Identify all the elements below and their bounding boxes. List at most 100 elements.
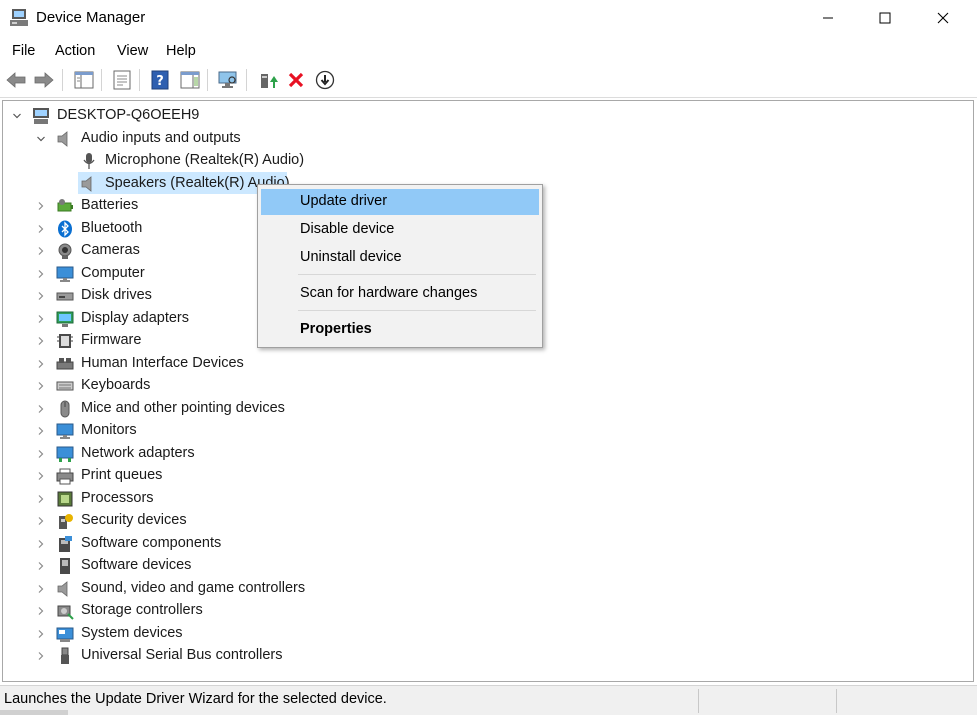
disable-device-button[interactable] [313,68,337,92]
disk-drive-icon [56,292,74,301]
toolbar-separator [101,69,102,91]
chevron-right-icon[interactable] [36,224,46,234]
chevron-right-icon[interactable] [36,471,46,481]
tree-device-microphone-realtek-r-audio[interactable]: Microphone (Realtek(R) Audio) [3,150,963,172]
menu-view[interactable]: View [117,43,148,59]
tree-category-print-queues[interactable]: Print queues [3,465,963,487]
chevron-right-icon[interactable] [36,359,46,369]
chevron-right-icon[interactable] [36,246,46,256]
chevron-right-icon[interactable] [36,539,46,549]
microphone-icon [83,153,95,169]
menu-item-label: Update driver [300,193,388,209]
tree-category-sound-video-and-game-controllers[interactable]: Sound, video and game controllers [3,578,963,600]
system-device-icon [56,627,74,642]
chevron-right-icon[interactable] [36,201,46,211]
chevron-right-icon[interactable] [36,606,46,616]
back-arrow-icon [6,72,26,88]
tree-category-monitors[interactable]: Monitors [3,420,963,442]
tree-item-label: Disk drives [81,287,152,303]
menu-action[interactable]: Action [55,43,95,59]
tree-root[interactable]: DESKTOP-Q6OEEH9 [3,105,963,127]
horizontal-scrollbar[interactable] [0,710,68,715]
chevron-right-icon[interactable] [36,269,46,279]
menu-separator [298,274,536,275]
action-pane-button[interactable] [178,68,202,92]
tree-category-keyboards[interactable]: Keyboards [3,375,963,397]
tree-category-universal-serial-bus-controllers[interactable]: Universal Serial Bus controllers [3,645,963,667]
update-driver-button[interactable] [256,68,280,92]
menu-item-disable-device[interactable]: Disable device [261,217,539,243]
speaker-icon [57,130,68,147]
context-menu: Update driver Disable device Uninstall d… [257,184,543,348]
properties-icon [113,70,131,90]
chevron-right-icon[interactable] [36,381,46,391]
chevron-right-icon[interactable] [36,314,46,324]
status-divider [836,689,837,713]
update-driver-icon [261,74,278,88]
tree-item-label: Sound, video and game controllers [81,579,306,596]
tree-category-human-interface-devices[interactable]: Human Interface Devices [3,353,963,375]
tree-item-label: Storage controllers [81,602,203,618]
chevron-down-icon[interactable] [12,111,22,121]
maximize-icon [879,12,891,24]
battery-icon [57,199,73,212]
chevron-right-icon[interactable] [36,336,46,346]
chevron-right-icon[interactable] [36,651,46,661]
device-manager-icon [10,9,28,26]
help-button[interactable]: ? [148,68,172,92]
chevron-down-icon[interactable] [36,134,46,144]
window-title: Device Manager [36,9,146,26]
tree-item-label: Microphone (Realtek(R) Audio) [105,152,305,168]
menu-item-properties[interactable]: Properties [261,317,539,343]
chevron-right-icon[interactable] [36,494,46,504]
monitor-icon [56,423,74,439]
tree-category-audio-inputs-and-outputs[interactable]: Audio inputs and outputs [3,128,963,150]
menu-item-update-driver[interactable]: Update driver [261,189,539,215]
back-button[interactable] [4,68,28,92]
chevron-right-icon[interactable] [36,426,46,436]
tree-category-system-devices[interactable]: System devices [3,623,963,645]
scan-hardware-button[interactable] [216,68,240,92]
chevron-right-icon[interactable] [36,561,46,571]
menu-item-label: Uninstall device [300,249,402,265]
tree-category-storage-controllers[interactable]: Storage controllers [3,600,963,622]
tree-category-security-devices[interactable]: Security devices [3,510,963,532]
uninstall-device-button[interactable] [284,68,308,92]
menu-file[interactable]: File [12,43,35,59]
minimize-icon [823,17,833,19]
tree-category-network-adapters[interactable]: Network adapters [3,443,963,465]
tree-item-label: Human Interface Devices [81,354,244,371]
status-bar: Launches the Update Driver Wizard for th… [0,685,977,715]
bluetooth-icon [58,220,72,237]
menu-item-label: Scan for hardware changes [300,285,478,301]
minimize-button[interactable] [799,0,857,36]
chevron-right-icon[interactable] [36,449,46,459]
tree-category-software-devices[interactable]: Software devices [3,555,963,577]
tree-item-label: Keyboards [81,377,151,393]
menu-item-uninstall-device[interactable]: Uninstall device [261,245,539,271]
forward-button[interactable] [32,68,56,92]
tree-item-label: Firmware [81,332,142,348]
chevron-right-icon[interactable] [36,291,46,301]
show-hide-console-tree-button[interactable] [72,68,96,92]
maximize-button[interactable] [856,0,914,36]
menu-item-scan-hardware[interactable]: Scan for hardware changes [261,281,539,307]
scan-hardware-icon [218,71,237,88]
tree-item-label: Network adapters [81,444,195,461]
chevron-right-icon[interactable] [36,629,46,639]
chevron-right-icon[interactable] [36,516,46,526]
tree-category-software-components[interactable]: Software components [3,533,963,555]
toolbar-separator [62,69,63,91]
firmware-icon [57,334,73,348]
properties-button[interactable] [110,68,134,92]
tree-category-processors[interactable]: Processors [3,488,963,510]
chevron-right-icon[interactable] [36,584,46,594]
tree-category-mice-and-other-pointing-devices[interactable]: Mice and other pointing devices [3,398,963,420]
menu-help[interactable]: Help [166,43,196,59]
close-button[interactable] [914,0,972,36]
tree-item-label: Batteries [81,197,139,213]
computer-icon [56,266,74,282]
toolbar-separator [246,69,247,91]
mouse-icon [60,400,70,417]
chevron-right-icon[interactable] [36,404,46,414]
